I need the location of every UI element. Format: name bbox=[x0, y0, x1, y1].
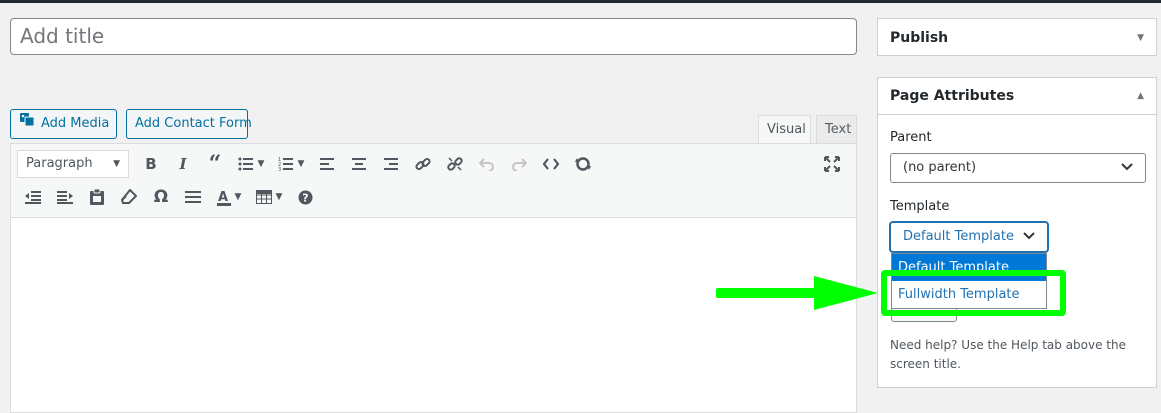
code-button[interactable] bbox=[535, 150, 567, 178]
template-select-value: Default Template bbox=[903, 229, 1014, 244]
paste-text-button[interactable] bbox=[81, 183, 113, 211]
clear-formatting-button[interactable] bbox=[113, 183, 145, 211]
svg-text:?: ? bbox=[302, 191, 308, 204]
chevron-down-icon bbox=[1121, 154, 1133, 182]
page-attributes-box: Page Attributes ▲ Parent (no parent) Tem… bbox=[877, 77, 1157, 388]
undo-button[interactable] bbox=[471, 150, 503, 178]
fullscreen-button[interactable] bbox=[816, 150, 848, 178]
italic-icon: I bbox=[179, 155, 187, 173]
publish-box: Publish ▼ bbox=[877, 18, 1157, 56]
add-media-label: Add Media bbox=[41, 116, 110, 131]
annotation-highlight-box bbox=[881, 270, 1066, 316]
help-text: Need help? Use the Help tab above the sc… bbox=[890, 338, 1127, 371]
tab-text[interactable]: Text bbox=[816, 115, 857, 143]
paste-icon bbox=[90, 189, 104, 205]
annotation-arrow-icon bbox=[716, 276, 878, 310]
indent-icon bbox=[57, 190, 73, 204]
svg-text:3: 3 bbox=[278, 167, 281, 171]
code-icon bbox=[543, 158, 559, 170]
publish-header[interactable]: Publish ▼ bbox=[878, 19, 1156, 56]
page-attributes-header[interactable]: Page Attributes ▲ bbox=[878, 78, 1156, 115]
undo-icon bbox=[479, 157, 495, 171]
outdent-icon bbox=[25, 190, 41, 204]
unlink-icon bbox=[447, 156, 463, 172]
numbered-list-button[interactable]: 123 ▼ bbox=[271, 150, 311, 178]
tab-visual[interactable]: Visual bbox=[758, 115, 811, 143]
table-button[interactable]: ▼ bbox=[249, 183, 289, 211]
blockquote-button[interactable]: “ bbox=[199, 150, 231, 178]
unlink-button[interactable] bbox=[439, 150, 471, 178]
align-right-icon bbox=[384, 158, 398, 170]
svg-text:A: A bbox=[218, 190, 228, 205]
special-character-button[interactable]: Ω bbox=[145, 183, 177, 211]
align-left-icon bbox=[320, 158, 334, 170]
align-left-button[interactable] bbox=[311, 150, 343, 178]
template-select[interactable]: Default Template bbox=[890, 222, 1048, 252]
help-icon: ? bbox=[298, 190, 313, 205]
admin-top-bar bbox=[0, 0, 1161, 3]
caret-down-icon: ▼ bbox=[257, 159, 265, 169]
editor-toolbar: Paragraph ▼ B I “ ▼ 123 ▼ Ω A ▼ ▼ ? bbox=[11, 144, 856, 218]
parent-select[interactable]: (no parent) bbox=[890, 153, 1146, 183]
bold-button[interactable]: B bbox=[135, 150, 167, 178]
format-select[interactable]: Paragraph ▼ bbox=[17, 150, 129, 178]
page-attributes-title: Page Attributes bbox=[890, 88, 1015, 104]
text-color-icon: A bbox=[216, 189, 231, 206]
title-input[interactable]: Add title bbox=[10, 18, 857, 55]
refresh-icon bbox=[575, 156, 591, 172]
redo-button[interactable] bbox=[503, 150, 535, 178]
eraser-icon bbox=[121, 189, 137, 205]
parent-select-value: (no parent) bbox=[903, 160, 977, 175]
link-button[interactable] bbox=[407, 150, 439, 178]
media-icon bbox=[19, 110, 35, 138]
template-label: Template bbox=[890, 199, 950, 214]
bullet-list-icon bbox=[238, 157, 254, 171]
redo-icon bbox=[511, 157, 527, 171]
italic-button[interactable]: I bbox=[167, 150, 199, 178]
parent-label: Parent bbox=[890, 130, 932, 145]
bullet-list-button[interactable]: ▼ bbox=[231, 150, 271, 178]
text-color-button[interactable]: A ▼ bbox=[209, 183, 249, 211]
horizontal-line-button[interactable] bbox=[177, 183, 209, 211]
caret-down-icon: ▼ bbox=[113, 159, 120, 169]
toolbar-row-1: Paragraph ▼ B I “ ▼ 123 ▼ bbox=[17, 150, 599, 178]
align-right-button[interactable] bbox=[375, 150, 407, 178]
format-select-value: Paragraph bbox=[26, 156, 93, 171]
add-contact-form-button[interactable]: Add Contact Form bbox=[126, 109, 252, 139]
blockquote-icon: “ bbox=[208, 151, 222, 177]
align-center-icon bbox=[352, 158, 366, 170]
omega-icon: Ω bbox=[153, 187, 169, 207]
add-contact-form-label: Add Contact Form bbox=[135, 116, 252, 131]
caret-down-icon: ▼ bbox=[275, 192, 283, 202]
chevron-down-icon bbox=[1023, 223, 1035, 251]
refresh-button[interactable] bbox=[567, 150, 599, 178]
fullscreen-icon bbox=[824, 156, 840, 172]
add-media-button[interactable]: Add Media bbox=[10, 109, 117, 139]
link-icon bbox=[415, 156, 431, 172]
align-center-button[interactable] bbox=[343, 150, 375, 178]
indent-button[interactable] bbox=[49, 183, 81, 211]
caret-down-icon[interactable]: ▼ bbox=[1137, 33, 1144, 43]
horizontal-rule-icon bbox=[185, 191, 201, 203]
outdent-button[interactable] bbox=[17, 183, 49, 211]
caret-down-icon: ▼ bbox=[297, 159, 305, 169]
caret-down-icon: ▼ bbox=[234, 192, 242, 202]
numbered-list-icon: 123 bbox=[278, 157, 294, 171]
caret-up-icon[interactable]: ▲ bbox=[1137, 91, 1144, 101]
table-icon bbox=[255, 190, 272, 204]
toolbar-row-2: Ω A ▼ ▼ ? bbox=[17, 183, 321, 211]
bold-icon: B bbox=[145, 155, 157, 173]
publish-title: Publish bbox=[890, 29, 949, 46]
keyboard-shortcuts-button[interactable]: ? bbox=[289, 183, 321, 211]
